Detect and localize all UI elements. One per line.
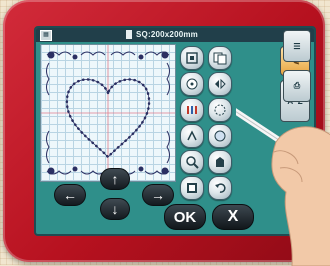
memory-key[interactable]: ⎙ bbox=[283, 70, 311, 102]
mirror-button[interactable] bbox=[208, 72, 232, 96]
arrow-right-button[interactable]: → bbox=[142, 184, 174, 206]
frame-button[interactable] bbox=[180, 176, 204, 200]
ok-button[interactable]: OK bbox=[164, 204, 206, 230]
density-button[interactable] bbox=[208, 98, 232, 122]
rotate-button[interactable] bbox=[180, 46, 204, 70]
undo-button[interactable] bbox=[208, 176, 232, 200]
memory-icon: ⎙ bbox=[293, 81, 301, 90]
layout-button[interactable] bbox=[180, 72, 204, 96]
delete-button[interactable] bbox=[208, 150, 232, 174]
hoop-size-label: SQ:200x200mm bbox=[136, 30, 198, 39]
color-button[interactable] bbox=[208, 124, 232, 148]
move-button[interactable] bbox=[180, 124, 204, 148]
arrow-left-button[interactable]: ← bbox=[54, 184, 86, 206]
cancel-label: X bbox=[227, 208, 239, 225]
hoop-icon bbox=[126, 30, 132, 39]
heart-design bbox=[41, 45, 175, 181]
lcd-screen: ▦ SQ:200x200mm ↑ ← → ↓ OK X bbox=[34, 26, 316, 236]
arrow-up-button[interactable]: ↑ bbox=[100, 168, 130, 190]
duplicate-button[interactable] bbox=[208, 46, 232, 70]
cancel-button[interactable]: X bbox=[212, 204, 254, 230]
arrow-left-icon: ← bbox=[63, 187, 77, 203]
border-button[interactable] bbox=[180, 98, 204, 122]
status-bar: ▦ SQ:200x200mm bbox=[36, 28, 314, 42]
arrow-down-button[interactable]: ↓ bbox=[100, 198, 130, 220]
arrow-down-icon: ↓ bbox=[111, 201, 119, 217]
zoom-button[interactable] bbox=[180, 150, 204, 174]
arrow-right-icon: → bbox=[151, 187, 165, 203]
embroidery-icon: ▦ bbox=[40, 30, 52, 41]
settings-key[interactable]: ☰ bbox=[283, 30, 311, 62]
arrow-up-icon: ↑ bbox=[111, 171, 119, 187]
settings-icon: ☰ bbox=[293, 41, 301, 51]
machine-side-buttons: ☰ ⎙ bbox=[283, 30, 313, 220]
embroidery-canvas[interactable] bbox=[40, 44, 176, 182]
ok-label: OK bbox=[173, 208, 197, 226]
